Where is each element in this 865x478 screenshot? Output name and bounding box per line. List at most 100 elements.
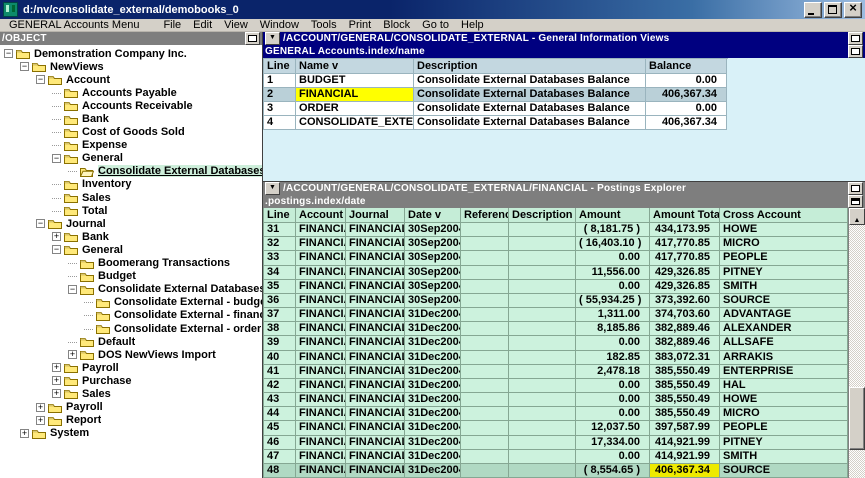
cell-account[interactable]: FINANCIAL — [296, 266, 346, 280]
tree-node-payroll[interactable]: +Payroll — [0, 401, 262, 414]
tree-node-accounts-receivable[interactable]: Accounts Receivable — [0, 99, 262, 112]
cell-amount_total[interactable]: 397,587.99 — [650, 421, 720, 435]
cell-amount_total[interactable]: 385,550.49 — [650, 407, 720, 421]
cell-line[interactable]: 45 — [264, 421, 296, 435]
cell-account[interactable]: FINANCIAL — [296, 237, 346, 251]
cell-description[interactable] — [509, 421, 576, 435]
tree-node-sales[interactable]: Sales — [0, 191, 262, 204]
cell-date[interactable]: 30Sep2004 — [405, 266, 461, 280]
cell-amount[interactable]: ( 16,403.10 ) — [576, 237, 650, 251]
cell-reference[interactable] — [461, 464, 509, 478]
cell-description[interactable] — [509, 379, 576, 393]
cell-account[interactable]: FINANCIAL — [296, 379, 346, 393]
cell-description[interactable] — [509, 294, 576, 308]
cell-date[interactable]: 31Dec2004 — [405, 351, 461, 365]
cell-line[interactable]: 43 — [264, 393, 296, 407]
table-row[interactable]: 33FINANCIALFINANCIAL30Sep20040.00417,770… — [264, 251, 848, 265]
cell-date[interactable]: 31Dec2004 — [405, 379, 461, 393]
cell-journal[interactable]: FINANCIAL — [346, 322, 405, 336]
expand-icon[interactable]: + — [52, 232, 61, 241]
collapse-icon[interactable]: − — [36, 75, 45, 84]
cell-reference[interactable] — [461, 393, 509, 407]
table-row[interactable]: 2FINANCIALConsolidate External Databases… — [264, 88, 728, 102]
cell-description[interactable] — [509, 407, 576, 421]
cell-date[interactable]: 31Dec2004 — [405, 407, 461, 421]
collapse-icon[interactable]: − — [4, 49, 13, 58]
table-row[interactable]: 38FINANCIALFINANCIAL31Dec20048,185.86382… — [264, 322, 848, 336]
cell-description[interactable] — [509, 280, 576, 294]
cell-journal[interactable]: FINANCIAL — [346, 223, 405, 237]
cell-account[interactable]: FINANCIAL — [296, 351, 346, 365]
cell-amount_total[interactable]: 385,550.49 — [650, 365, 720, 379]
cell-amount[interactable]: ( 8,181.75 ) — [576, 223, 650, 237]
cell-account[interactable]: FINANCIAL — [296, 464, 346, 478]
tree-node-sales[interactable]: +Sales — [0, 387, 262, 400]
cell-amount_total[interactable]: 417,770.85 — [650, 237, 720, 251]
cell-journal[interactable]: FINANCIAL — [346, 450, 405, 464]
cell-journal[interactable]: FINANCIAL — [346, 379, 405, 393]
cell-date[interactable]: 31Dec2004 — [405, 436, 461, 450]
cell-date[interactable]: 30Sep2004 — [405, 251, 461, 265]
tree-node-expense[interactable]: Expense — [0, 139, 262, 152]
cell-journal[interactable]: FINANCIAL — [346, 280, 405, 294]
table-row[interactable]: 37FINANCIALFINANCIAL31Dec20041,311.00374… — [264, 308, 848, 322]
cell-reference[interactable] — [461, 421, 509, 435]
cell-reference[interactable] — [461, 322, 509, 336]
menu-item-file[interactable]: File — [157, 19, 187, 31]
expand-icon[interactable]: + — [52, 389, 61, 398]
cell-amount[interactable]: 0.00 — [576, 336, 650, 350]
cell-account[interactable]: FINANCIAL — [296, 393, 346, 407]
info-panel-subtitle-restore-button[interactable] — [848, 45, 863, 58]
menu-item-block[interactable]: Block — [377, 19, 416, 31]
cell-amount[interactable]: 8,185.86 — [576, 322, 650, 336]
cell-reference[interactable] — [461, 450, 509, 464]
cell-account[interactable]: FINANCIAL — [296, 280, 346, 294]
cell-amount[interactable]: 0.00 — [576, 280, 650, 294]
cell-line[interactable]: 48 — [264, 464, 296, 478]
cell-line[interactable]: 40 — [264, 351, 296, 365]
cell-amount_total[interactable]: 417,770.85 — [650, 251, 720, 265]
cell-account[interactable]: FINANCIAL — [296, 308, 346, 322]
cell-reference[interactable] — [461, 280, 509, 294]
expand-icon[interactable]: + — [20, 429, 29, 438]
cell-account[interactable]: FINANCIAL — [296, 436, 346, 450]
scroll-up-icon[interactable] — [849, 208, 865, 225]
cell-date[interactable]: 31Dec2004 — [405, 464, 461, 478]
column-header-amount[interactable]: Amount — [576, 208, 650, 223]
cell-cross_account[interactable]: HAL — [720, 379, 848, 393]
cell-line[interactable]: 44 — [264, 407, 296, 421]
cell-description[interactable] — [509, 223, 576, 237]
cell-amount_total[interactable]: 406,367.34 — [650, 464, 720, 478]
cell-reference[interactable] — [461, 294, 509, 308]
column-header-line[interactable]: Line — [264, 208, 296, 223]
tree-node-general[interactable]: −General — [0, 243, 262, 256]
cell-line[interactable]: 39 — [264, 336, 296, 350]
cell-amount_total[interactable]: 414,921.99 — [650, 436, 720, 450]
collapse-icon[interactable]: − — [68, 285, 77, 294]
close-button[interactable] — [844, 2, 862, 18]
expand-icon[interactable]: + — [68, 350, 77, 359]
cell-date[interactable]: 30Sep2004 — [405, 237, 461, 251]
tree-node-bank[interactable]: Bank — [0, 112, 262, 125]
cell-amount[interactable]: 17,334.00 — [576, 436, 650, 450]
cell-date[interactable]: 31Dec2004 — [405, 336, 461, 350]
cell-amount[interactable]: 1,311.00 — [576, 308, 650, 322]
cell-amount[interactable]: 0.00 — [576, 379, 650, 393]
cell-line[interactable]: 36 — [264, 294, 296, 308]
cell-balance[interactable]: 0.00 — [646, 102, 727, 116]
maximize-button[interactable] — [824, 2, 842, 18]
collapse-icon[interactable]: − — [52, 154, 61, 163]
tree-node-report[interactable]: +Report — [0, 414, 262, 427]
cell-cross_account[interactable]: ARRAKIS — [720, 351, 848, 365]
table-row[interactable]: 43FINANCIALFINANCIAL31Dec20040.00385,550… — [264, 393, 848, 407]
cell-line[interactable]: 41 — [264, 365, 296, 379]
column-header-name[interactable]: Name v — [296, 59, 414, 74]
cell-cross_account[interactable]: PITNEY — [720, 436, 848, 450]
cell-reference[interactable] — [461, 223, 509, 237]
cell-cross_account[interactable]: ENTERPRISE — [720, 365, 848, 379]
column-header-date[interactable]: Date v — [405, 208, 461, 223]
table-row[interactable]: 42FINANCIALFINANCIAL31Dec20040.00385,550… — [264, 379, 848, 393]
cell-description[interactable] — [509, 336, 576, 350]
table-row[interactable]: 44FINANCIALFINANCIAL31Dec20040.00385,550… — [264, 407, 848, 421]
cell-amount_total[interactable]: 414,921.99 — [650, 450, 720, 464]
